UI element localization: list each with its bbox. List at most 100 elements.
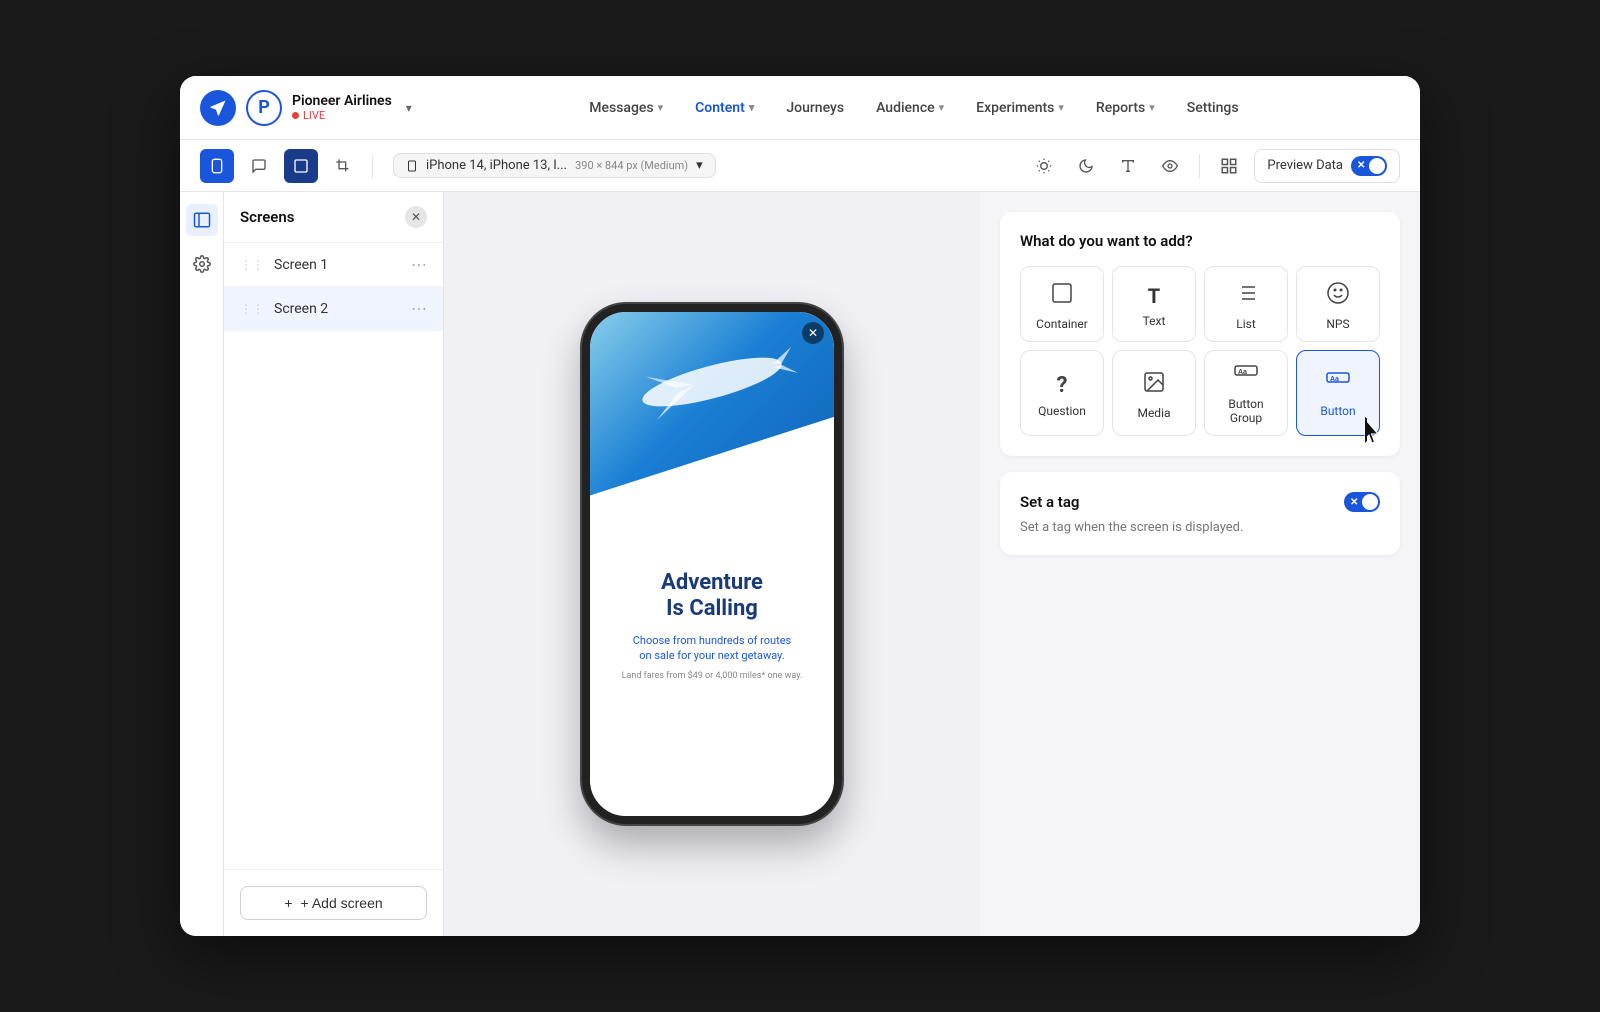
gear-icon (193, 255, 211, 273)
right-panel: What do you want to add? Container T (980, 192, 1420, 936)
grid-icon (1220, 157, 1238, 175)
phone-hero-image (590, 312, 834, 574)
screens-sidebar-button[interactable] (186, 204, 218, 236)
element-text-button[interactable]: T Text (1112, 266, 1196, 342)
screen-2-item[interactable]: ⋮⋮ Screen 2 ⋯ (224, 287, 443, 331)
nps-icon (1326, 281, 1350, 311)
chevron-down-icon: ▾ (1149, 101, 1155, 114)
phone-headline: AdventureIs Calling (661, 570, 763, 623)
element-button-button[interactable]: Aa Button (1296, 350, 1380, 436)
element-nps-button[interactable]: NPS (1296, 266, 1380, 342)
settings-sidebar-button[interactable] (186, 248, 218, 280)
toolbar-separator-2 (1199, 154, 1200, 178)
preview-button[interactable] (1153, 149, 1187, 183)
light-mode-button[interactable] (1027, 149, 1061, 183)
element-media-button[interactable]: Media (1112, 350, 1196, 436)
plus-icon: + (284, 895, 292, 911)
nav-item-journeys[interactable]: Journeys (772, 94, 858, 122)
question-label: Question (1038, 404, 1086, 418)
main-content: Screens ✕ ⋮⋮ Screen 1 ⋯ ⋮⋮ Screen 2 ⋯ + … (180, 192, 1420, 936)
toggle-x-icon: ✕ (1350, 497, 1358, 508)
nav-item-audience[interactable]: Audience ▾ (862, 94, 958, 122)
chevron-down-icon: ▾ (749, 101, 755, 114)
screen-2-more-icon[interactable]: ⋯ (411, 299, 427, 318)
add-screen-button[interactable]: + + Add screen (240, 886, 427, 920)
nav-item-messages[interactable]: Messages ▾ (575, 94, 677, 122)
brand-logo-bird (200, 90, 236, 126)
screen-1-item[interactable]: ⋮⋮ Screen 1 ⋯ (224, 243, 443, 287)
list-label: List (1236, 317, 1256, 331)
brand-logo-p: P (246, 90, 282, 126)
sidebar-icons (180, 192, 224, 936)
chevron-down-icon: ▾ (658, 101, 664, 114)
crop-button[interactable] (326, 149, 360, 183)
svg-text:Aa: Aa (1330, 376, 1339, 383)
drag-handle-icon: ⋮⋮ (240, 258, 264, 272)
grid-button[interactable] (1212, 149, 1246, 183)
element-button-group-button[interactable]: Aa Button Group (1204, 350, 1288, 436)
device-size: 390 × 844 px (Medium) (575, 159, 688, 172)
device-selector[interactable]: iPhone 14, iPhone 13, I... 390 × 844 px … (393, 153, 716, 178)
toggle-knob (1369, 158, 1385, 174)
phone-frame: ✕ AdventureIs Calling Choose from hundre… (582, 304, 842, 824)
add-elements-title: What do you want to add? (1020, 232, 1380, 250)
screen-2-name: Screen 2 (274, 301, 401, 317)
nav-item-experiments[interactable]: Experiments ▾ (962, 94, 1078, 122)
toolbar-separator (372, 154, 373, 178)
brand-chevron-icon[interactable]: ▾ (406, 101, 412, 115)
container-label: Container (1036, 317, 1088, 331)
element-list-button[interactable]: List (1204, 266, 1288, 342)
toolbar-right: Preview Data ✕ (1027, 149, 1400, 183)
screens-panel: Screens ✕ ⋮⋮ Screen 1 ⋯ ⋮⋮ Screen 2 ⋯ + … (224, 192, 444, 936)
question-icon: ? (1057, 373, 1068, 398)
add-screen-label: + Add screen (301, 895, 383, 911)
nav-item-content[interactable]: Content ▾ (681, 94, 768, 122)
eye-icon (1162, 158, 1178, 174)
element-question-button[interactable]: ? Question (1020, 350, 1104, 436)
svg-text:Aa: Aa (1238, 369, 1247, 376)
text-label: Text (1143, 314, 1166, 328)
top-nav: P Pioneer Airlines LIVE ▾ Messages ▾ Con… (180, 76, 1420, 140)
preview-data-toggle[interactable]: ✕ (1351, 156, 1387, 176)
nav-menu: Messages ▾ Content ▾ Journeys Audience ▾… (428, 94, 1400, 122)
set-tag-toggle[interactable]: ✕ (1344, 492, 1380, 512)
chat-view-button[interactable] (242, 149, 276, 183)
dark-mode-button[interactable] (1069, 149, 1103, 183)
elements-grid: Container T Text (1020, 266, 1380, 436)
chevron-down-icon: ▾ (939, 101, 945, 114)
fullscreen-button[interactable] (284, 149, 318, 183)
preview-data-button[interactable]: Preview Data ✕ (1254, 149, 1400, 183)
toggle-x-icon: ✕ (1357, 160, 1365, 171)
text-size-icon (1120, 158, 1136, 174)
toolbar: iPhone 14, iPhone 13, I... 390 × 844 px … (180, 140, 1420, 192)
element-container-button[interactable]: Container (1020, 266, 1104, 342)
add-elements-card: What do you want to add? Container T (1000, 212, 1400, 456)
mobile-view-button[interactable] (200, 149, 234, 183)
set-tag-card: Set a tag ✕ Set a tag when the screen is… (1000, 472, 1400, 555)
screens-footer: + + Add screen (224, 869, 443, 936)
nps-label: NPS (1326, 317, 1349, 331)
device-chevron-icon: ▾ (696, 158, 703, 173)
button-label: Button (1320, 404, 1355, 418)
brand-name: Pioneer Airlines (292, 93, 392, 109)
set-tag-title: Set a tag (1020, 493, 1079, 511)
nav-item-settings[interactable]: Settings (1173, 94, 1253, 122)
set-tag-description: Set a tag when the screen is displayed. (1020, 520, 1380, 535)
screen-1-name: Screen 1 (274, 257, 401, 273)
screen-1-more-icon[interactable]: ⋯ (411, 255, 427, 274)
media-icon (1142, 370, 1166, 400)
brand-status-badge: LIVE (292, 109, 392, 122)
nav-item-reports[interactable]: Reports ▾ (1082, 94, 1169, 122)
text-size-button[interactable] (1111, 149, 1145, 183)
device-name: iPhone 14, iPhone 13, I... (426, 158, 567, 173)
button-group-icon: Aa (1234, 365, 1258, 391)
preview-area: ✕ AdventureIs Calling Choose from hundre… (444, 192, 980, 936)
screens-header: Screens ✕ (224, 192, 443, 243)
phone-close-button[interactable]: ✕ (802, 322, 824, 344)
phone-fine-print: Land fares from $49 or 4,000 miles* one … (622, 671, 803, 681)
button-icon: Aa (1326, 372, 1350, 398)
brand-text: Pioneer Airlines LIVE (292, 93, 392, 122)
tag-header: Set a tag ✕ (1020, 492, 1380, 512)
status-dot (292, 112, 299, 119)
screens-close-button[interactable]: ✕ (405, 206, 427, 228)
